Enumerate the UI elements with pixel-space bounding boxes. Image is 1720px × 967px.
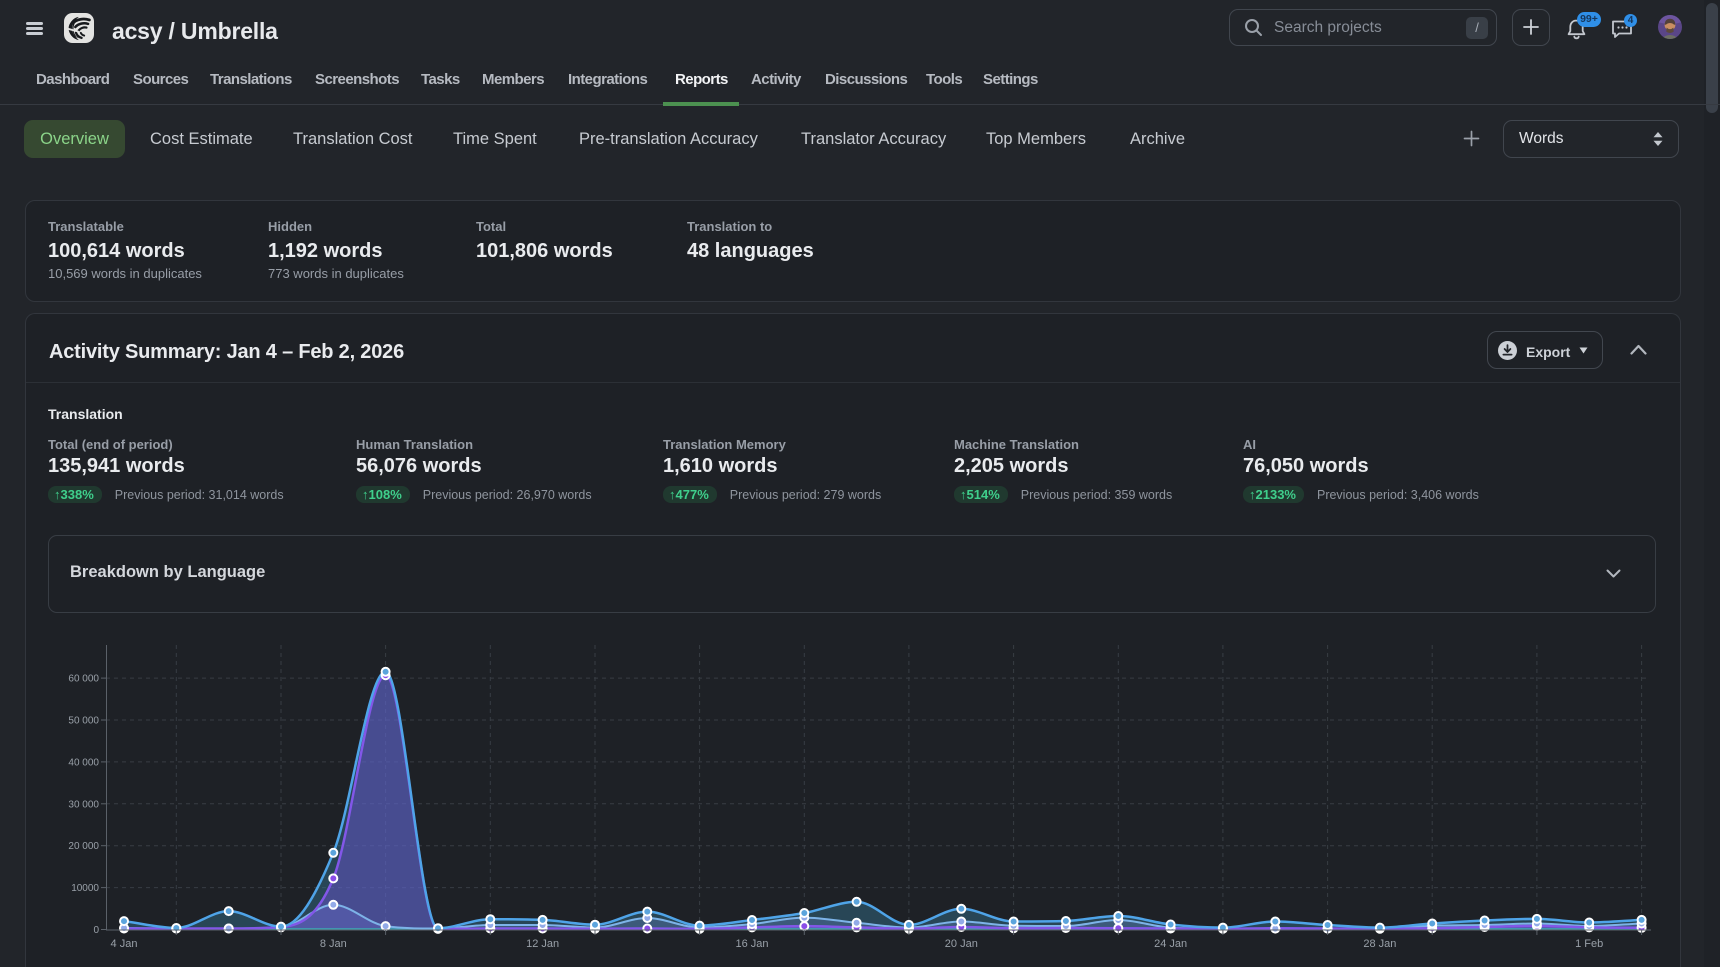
svg-text:30 000: 30 000	[68, 799, 99, 810]
svg-text:4 Jan: 4 Jan	[111, 938, 138, 950]
svg-text:12 Jan: 12 Jan	[526, 938, 559, 950]
svg-text:50 000: 50 000	[68, 716, 99, 727]
svg-text:1 Feb: 1 Feb	[1575, 938, 1603, 950]
svg-text:8 Jan: 8 Jan	[320, 938, 347, 950]
svg-text:16 Jan: 16 Jan	[735, 938, 768, 950]
svg-text:40 000: 40 000	[68, 757, 99, 768]
svg-text:20 000: 20 000	[68, 841, 99, 852]
svg-text:10000: 10000	[71, 883, 99, 894]
svg-text:24 Jan: 24 Jan	[1154, 938, 1187, 950]
svg-text:0: 0	[93, 925, 99, 936]
svg-text:28 Jan: 28 Jan	[1363, 938, 1396, 950]
svg-text:60 000: 60 000	[68, 674, 99, 685]
svg-text:20 Jan: 20 Jan	[945, 938, 978, 950]
